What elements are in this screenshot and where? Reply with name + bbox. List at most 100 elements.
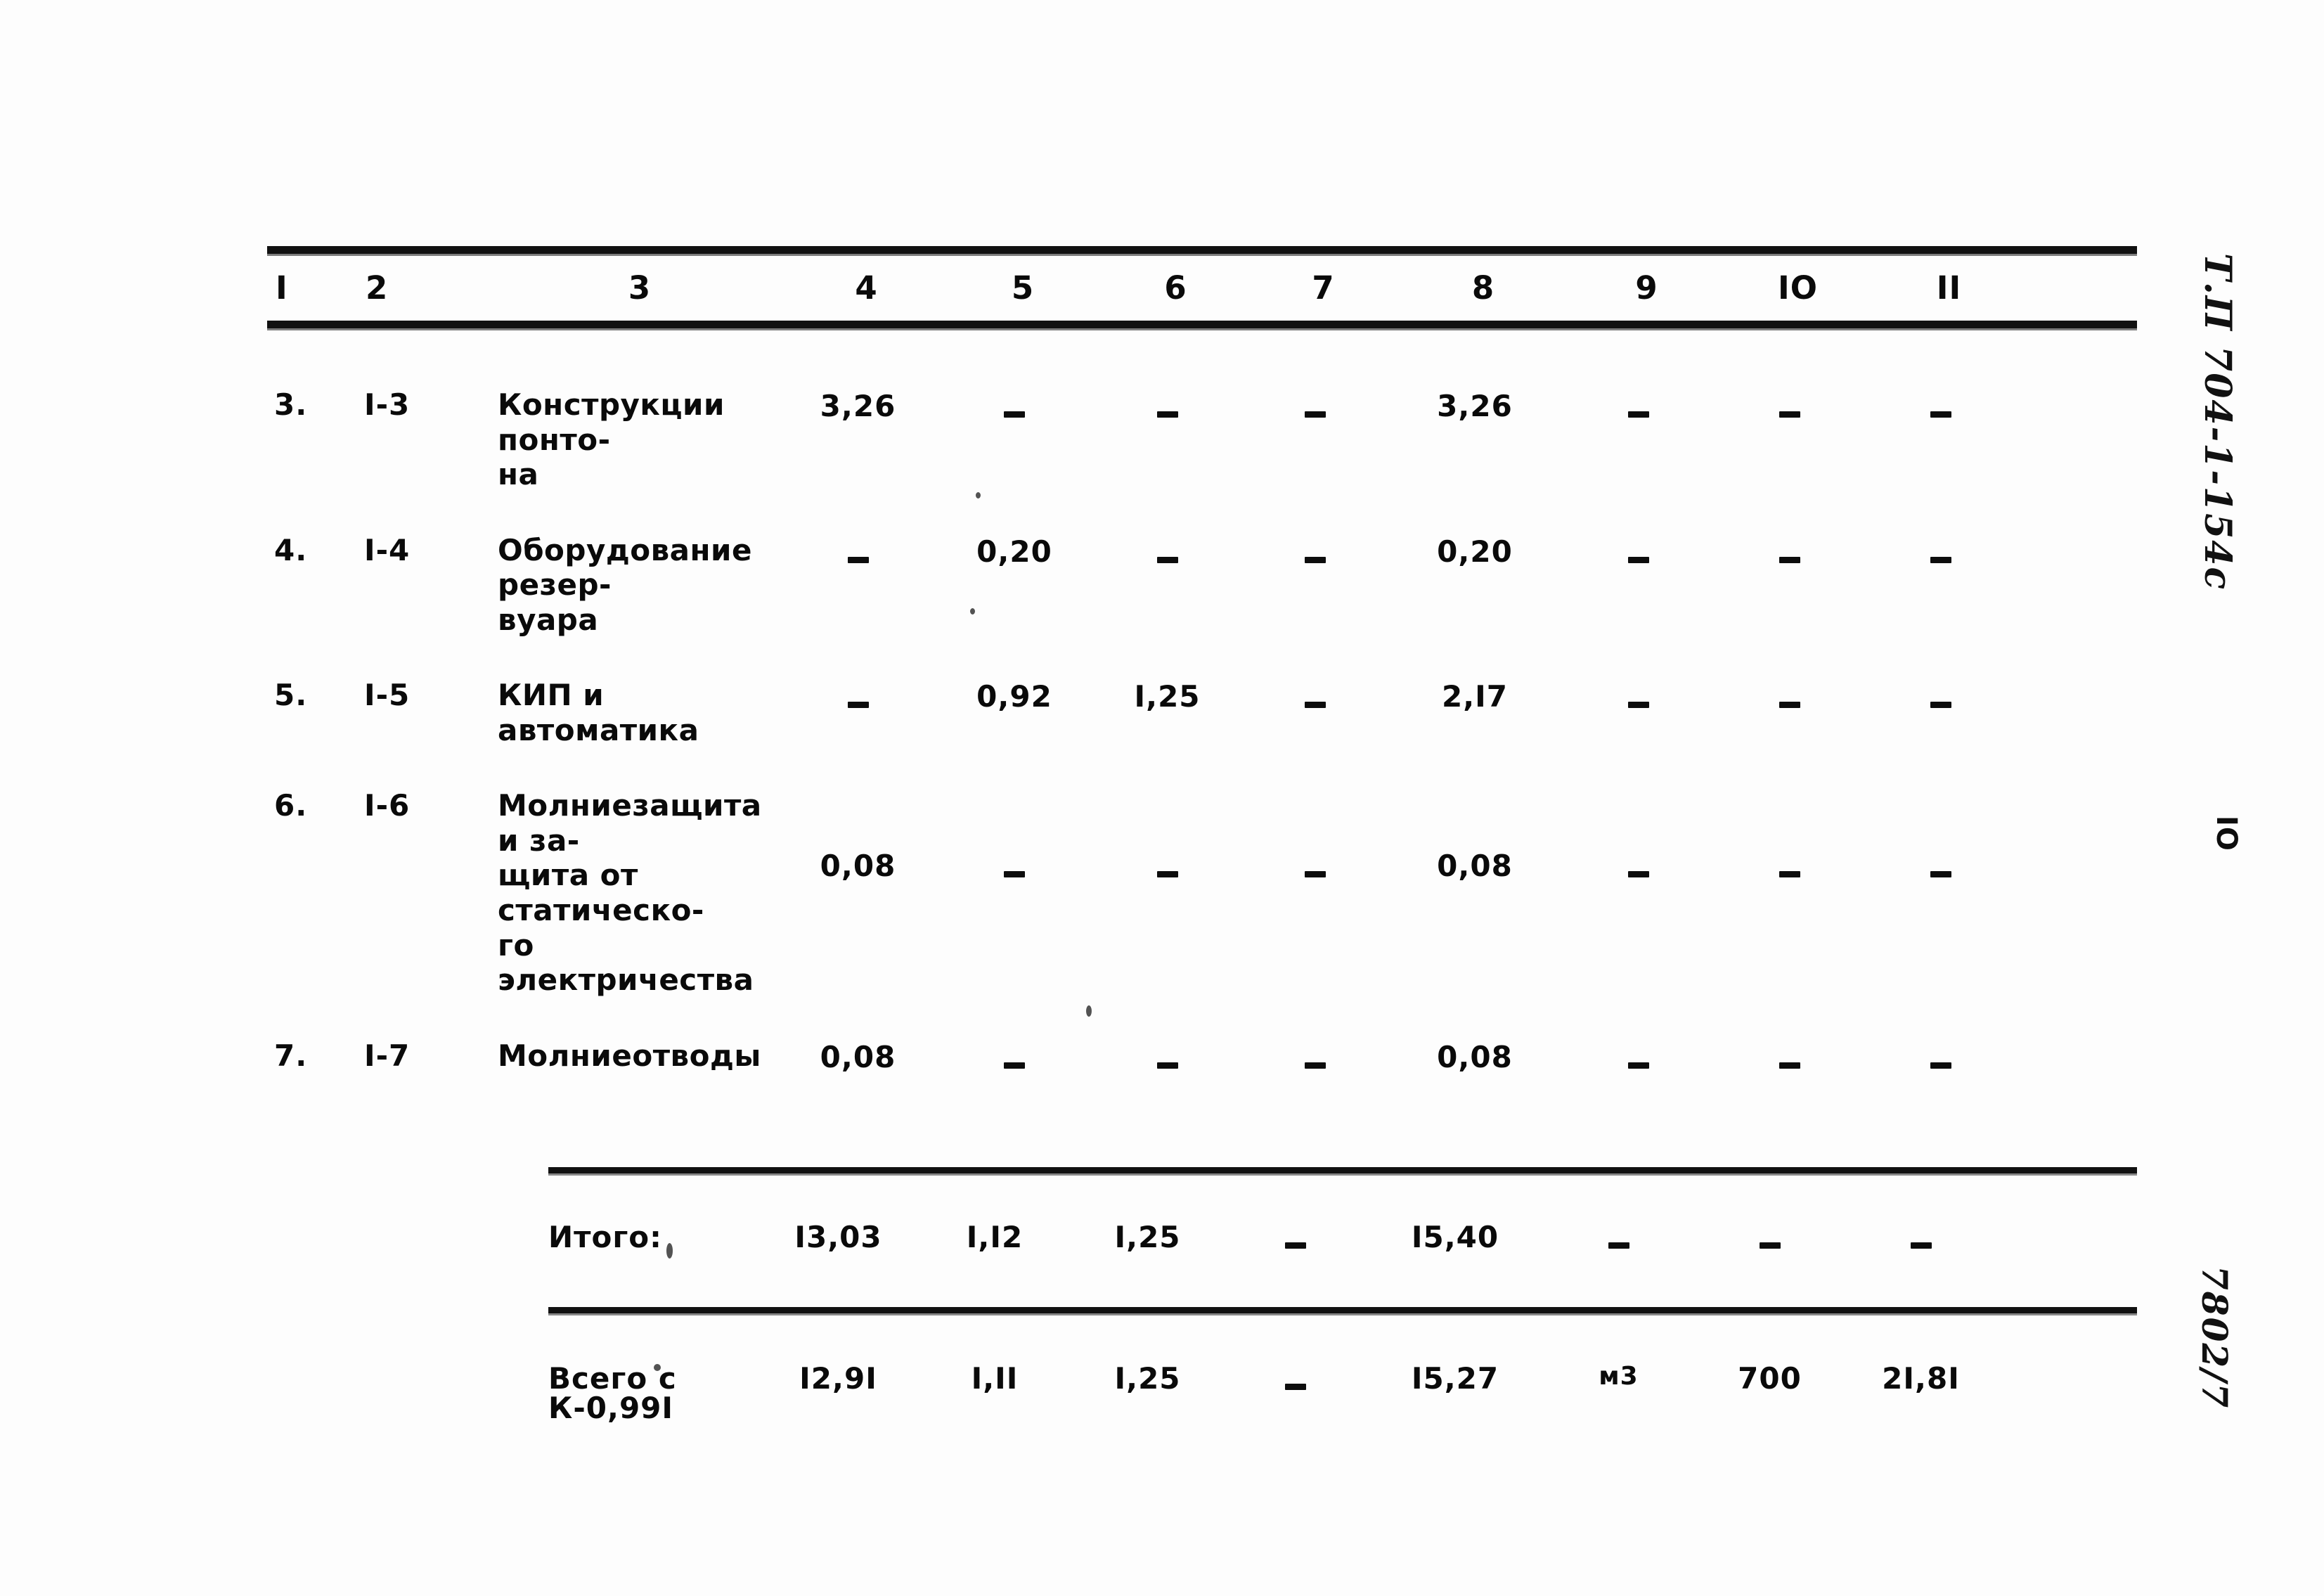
row-value-col5	[937, 788, 1092, 884]
empty-value-dash	[1304, 1062, 1326, 1069]
row-value-col10	[1714, 533, 1865, 569]
subtotal-col5: I,I2	[966, 1220, 1024, 1255]
row-value-col9	[1563, 1038, 1714, 1075]
table-body: 3. I-3 Конструкции понто- на 3,26 3,26 4…	[267, 328, 2137, 1074]
row-code: I-7	[364, 1038, 411, 1073]
empty-value-dash	[1627, 871, 1649, 878]
column-header-10: IO	[1778, 269, 1818, 307]
empty-value-dash	[1778, 556, 1800, 563]
row-index: 7.	[274, 1038, 308, 1073]
empty-value-dash	[1627, 1062, 1649, 1069]
row-value-col4: 3,26	[820, 389, 896, 423]
row-code: I-6	[364, 788, 411, 823]
scanned-document-page: I 2 3 4 5 6 7 8 9 IO II 3. I-3 Конструкц…	[0, 0, 2324, 1596]
subtotal-col7	[1223, 1223, 1367, 1252]
column-header-2: 2	[366, 269, 389, 307]
column-header-3: 3	[628, 269, 652, 307]
row-value-col9	[1563, 387, 1714, 424]
row-value-col10	[1714, 387, 1865, 424]
subtotal-row: Итого: I3,03 I,I2 I,25 I5,40	[267, 1223, 2137, 1252]
grand-total-top-rule	[548, 1307, 2137, 1316]
empty-value-dash	[1304, 411, 1326, 418]
grand-total-col4: I2,9I	[799, 1361, 877, 1396]
row-value-col8: 2,I7	[1441, 679, 1509, 714]
grand-total-label: Всего с К-0,99I	[548, 1361, 677, 1426]
row-value-col6	[1092, 387, 1243, 424]
grand-total-col7	[1223, 1364, 1367, 1423]
table-row: 7. I-7 Молниеотводы 0,08 0,08	[267, 1038, 2137, 1075]
empty-value-dash	[1759, 1242, 1781, 1249]
empty-value-dash	[1156, 411, 1178, 418]
row-value-col6	[1092, 788, 1243, 884]
column-header-1: I	[276, 269, 288, 307]
column-header-4: 4	[855, 269, 878, 307]
empty-value-dash	[1930, 702, 1951, 709]
row-index: 6.	[274, 788, 308, 823]
column-header-11: II	[1936, 269, 1962, 307]
row-code: I-3	[364, 387, 411, 422]
row-value-col7	[1243, 678, 1387, 714]
row-value-col4	[779, 678, 937, 714]
row-value-col7	[1243, 1038, 1387, 1075]
row-value-col9	[1563, 533, 1714, 569]
empty-value-dash	[1004, 411, 1025, 418]
row-description: Молниезащита и за- щита от статическо- г…	[498, 788, 762, 998]
empty-value-dash	[1778, 1062, 1800, 1069]
empty-value-dash	[1930, 411, 1951, 418]
empty-value-dash	[1284, 1384, 1306, 1391]
empty-value-dash	[1156, 556, 1178, 563]
subtotal-col11	[1845, 1223, 1996, 1252]
row-value-col5: 0,92	[976, 679, 1052, 714]
row-value-col6	[1092, 1038, 1243, 1075]
column-header-5: 5	[1011, 269, 1035, 307]
row-value-col4: 0,08	[820, 1039, 896, 1074]
empty-value-dash	[1930, 1062, 1951, 1069]
row-value-col7	[1243, 533, 1387, 569]
grand-total-unit: м3	[1599, 1362, 1639, 1391]
row-value-col5: 0,20	[976, 534, 1052, 569]
row-value-col6	[1092, 533, 1243, 569]
subtotal-col4: I3,03	[794, 1220, 882, 1255]
subtotal-col9	[1543, 1223, 1694, 1252]
row-value-col5	[937, 1038, 1092, 1075]
grand-total-col5: I,II	[971, 1361, 1019, 1396]
empty-value-dash	[1004, 1062, 1025, 1069]
empty-value-dash	[1608, 1242, 1629, 1249]
row-value-col8: 3,26	[1437, 389, 1513, 423]
column-header-9: 9	[1635, 269, 1658, 307]
empty-value-dash	[1627, 411, 1649, 418]
empty-value-dash	[1156, 1062, 1178, 1069]
column-header-7: 7	[1312, 269, 1335, 307]
row-value-col10	[1714, 788, 1865, 884]
project-code-annotation: Т.П 704-1-154с	[2196, 253, 2239, 591]
table-row: 3. I-3 Конструкции понто- на 3,26 3,26	[267, 387, 2137, 492]
row-value-col11	[1865, 387, 2016, 424]
empty-value-dash	[1778, 871, 1800, 878]
row-value-col8: 0,20	[1437, 534, 1513, 569]
row-value-col9	[1563, 788, 1714, 884]
row-value-col10	[1714, 678, 1865, 714]
empty-value-dash	[1627, 702, 1649, 709]
empty-value-dash	[1627, 556, 1649, 563]
subtotal-top-rule	[548, 1167, 2137, 1176]
row-index: 3.	[274, 387, 308, 422]
grand-total-col8: I5,27	[1411, 1361, 1499, 1396]
empty-value-dash	[1778, 702, 1800, 709]
subtotal-col8: I5,40	[1411, 1220, 1499, 1255]
row-description: Молниеотводы	[498, 1038, 761, 1073]
row-value-col4: 0,08	[820, 849, 896, 884]
subtotal-col10	[1694, 1223, 1845, 1252]
row-value-col11	[1865, 678, 2016, 714]
empty-value-dash	[1910, 1242, 1932, 1249]
row-description: Оборудование резер- вуара	[498, 532, 752, 637]
grand-total-col10: 700	[1738, 1361, 1802, 1396]
sheet-number-annotation: 7802/7	[2194, 1266, 2235, 1410]
row-value-col6: I,25	[1134, 679, 1201, 714]
table-row: 6. I-6 Молниезащита и за- щита от статич…	[267, 788, 2137, 997]
table-row: 4. I-4 Оборудование резер- вуара 0,20 0,…	[267, 533, 2137, 638]
row-value-col7	[1243, 387, 1387, 424]
row-code: I-4	[364, 532, 411, 567]
row-value-col9	[1563, 678, 1714, 714]
table-header-row: I 2 3 4 5 6 7 8 9 IO II	[267, 254, 2137, 321]
table-row: 5. I-5 КИП и автоматика 0,92 I,25 2,I7	[267, 678, 2137, 747]
